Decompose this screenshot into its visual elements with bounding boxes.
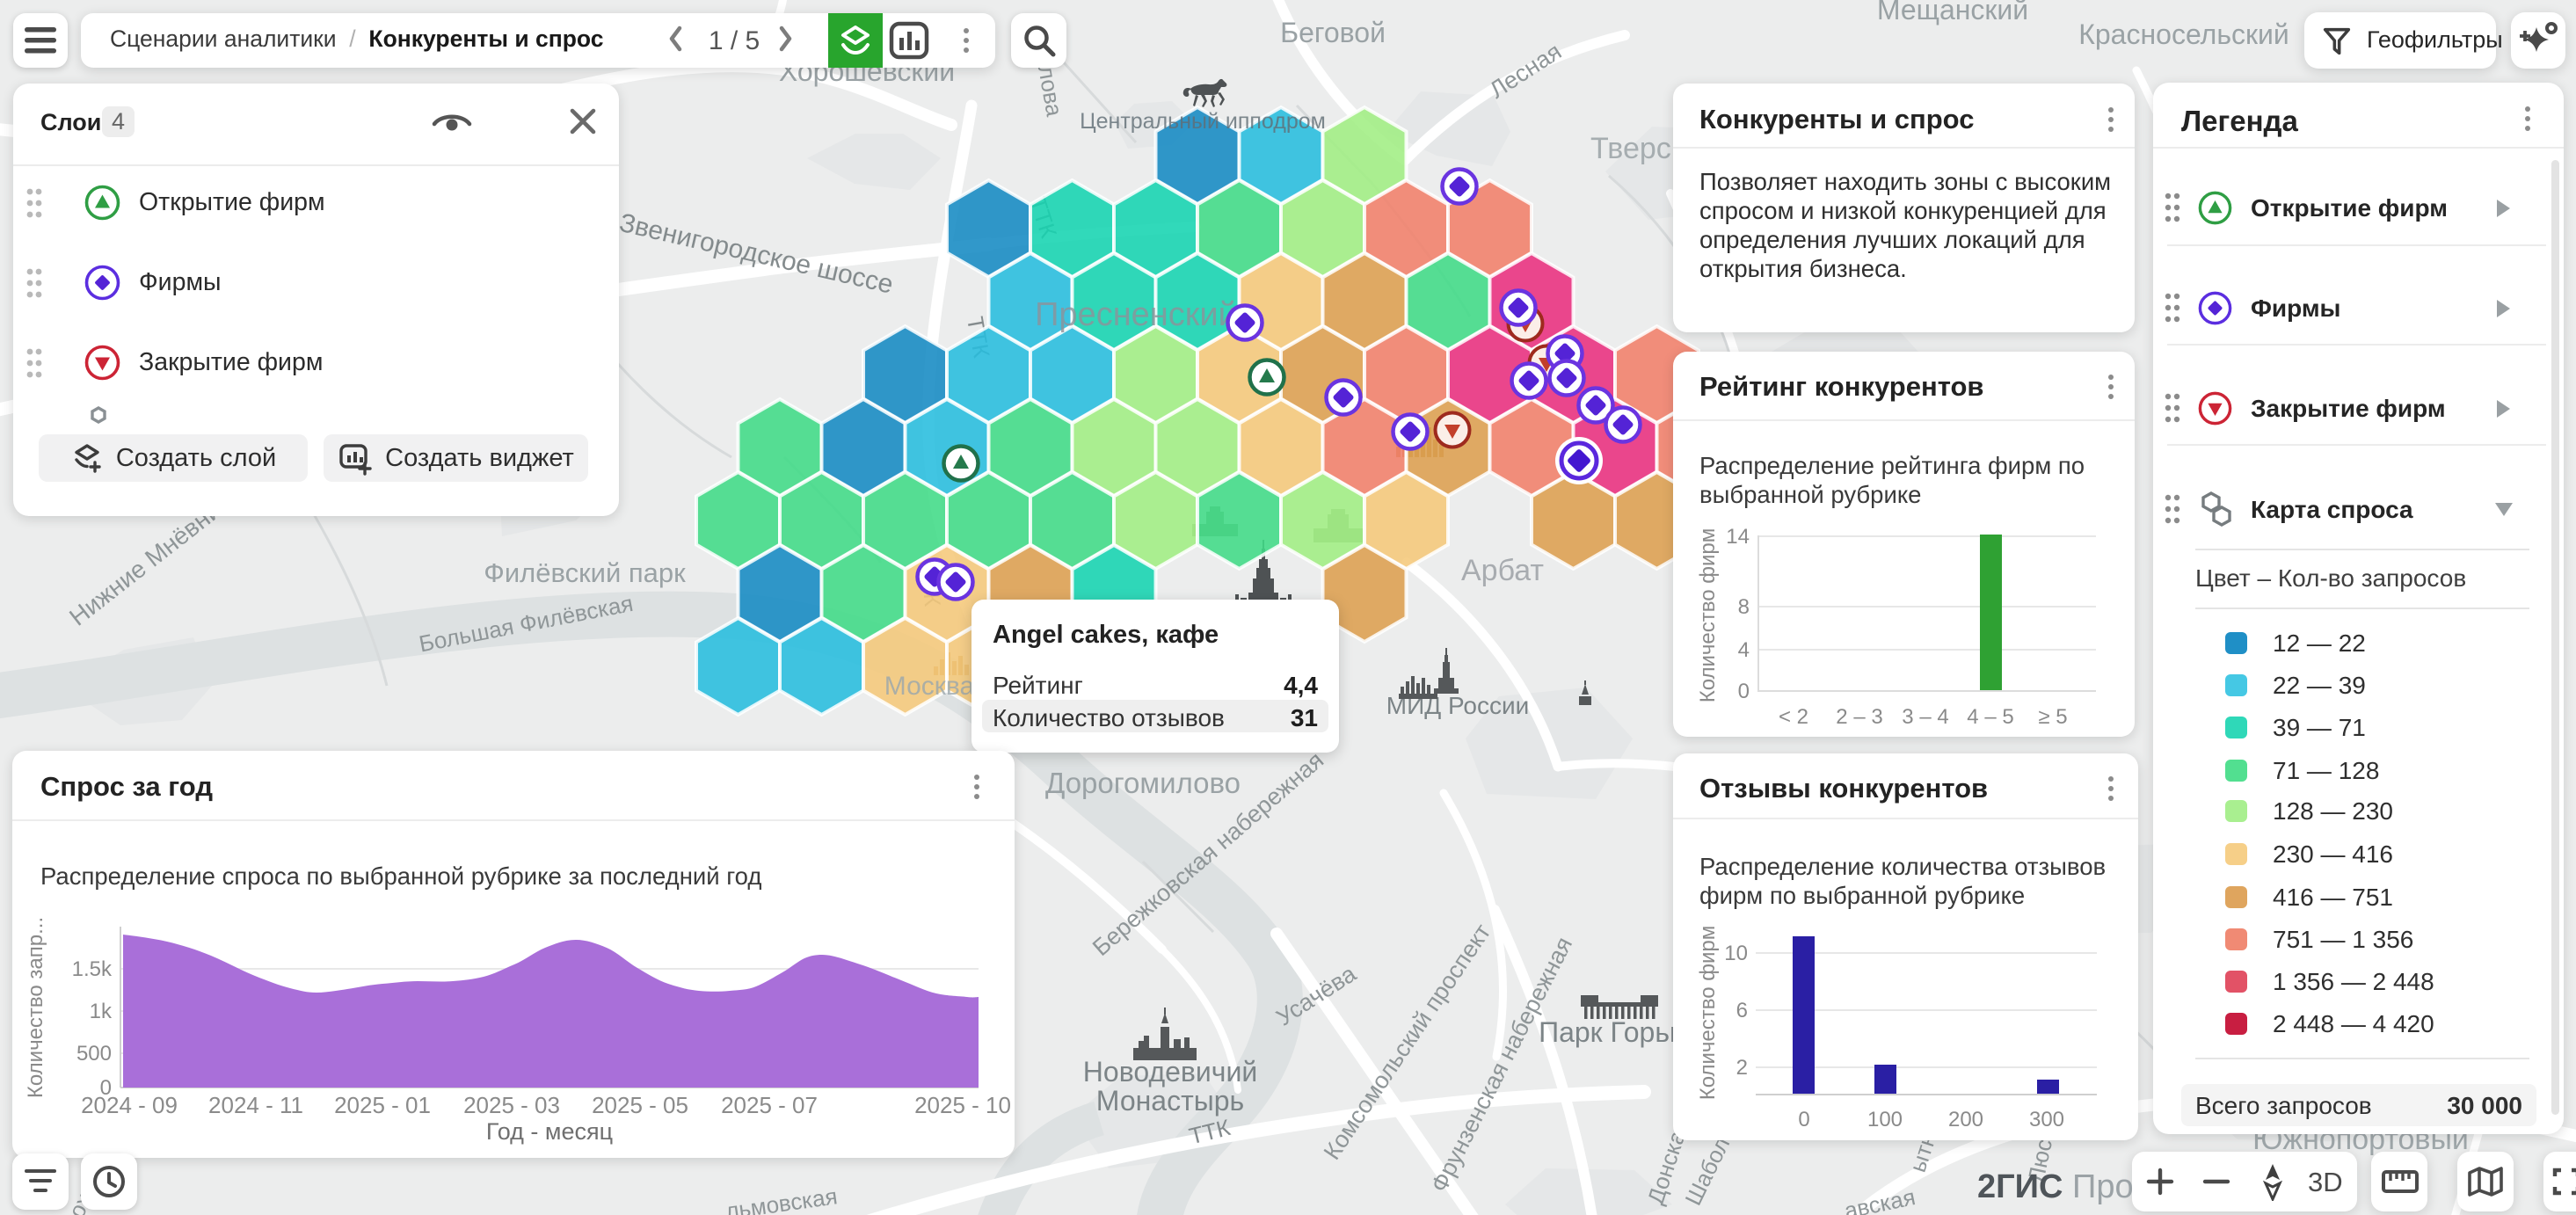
svg-text:2025 - 05: 2025 - 05 bbox=[592, 1092, 688, 1118]
svg-text:2025 - 03: 2025 - 03 bbox=[463, 1092, 560, 1118]
svg-text:1k: 1k bbox=[90, 1000, 113, 1023]
svg-text:Дорогомилово: Дорогомилово bbox=[1045, 767, 1241, 799]
svg-text:Мещанский: Мещанский bbox=[1877, 0, 2028, 25]
svg-text:Монастырь: Монастырь bbox=[1096, 1085, 1244, 1117]
svg-text:Москва: Москва bbox=[884, 672, 975, 701]
svg-text:2025 - 10: 2025 - 10 bbox=[914, 1092, 1011, 1118]
svg-text:500: 500 bbox=[76, 1042, 112, 1066]
svg-text:Красносельский: Красносельский bbox=[2078, 18, 2289, 50]
svg-text:Арбат: Арбат bbox=[1461, 554, 1544, 587]
svg-text:2024 - 09: 2024 - 09 bbox=[81, 1092, 178, 1118]
svg-text:1.5k: 1.5k bbox=[72, 957, 113, 981]
svg-text:2025 - 01: 2025 - 01 bbox=[334, 1092, 431, 1118]
svg-text:Количество запр...: Количество запр... bbox=[24, 917, 47, 1098]
svg-text:Центральный ипподром: Центральный ипподром bbox=[1080, 109, 1326, 134]
svg-text:2025 - 07: 2025 - 07 bbox=[721, 1092, 818, 1118]
svg-text:Пресненский: Пресненский bbox=[1035, 296, 1237, 333]
svg-text:Беговой: Беговой bbox=[1280, 17, 1386, 48]
svg-text:Филёвский парк: Филёвский парк bbox=[484, 557, 686, 588]
svg-text:2024 - 11: 2024 - 11 bbox=[208, 1092, 303, 1118]
svg-text:Год - месяц: Год - месяц bbox=[486, 1118, 613, 1145]
svg-text:Новодевичий: Новодевичий bbox=[1083, 1056, 1257, 1088]
